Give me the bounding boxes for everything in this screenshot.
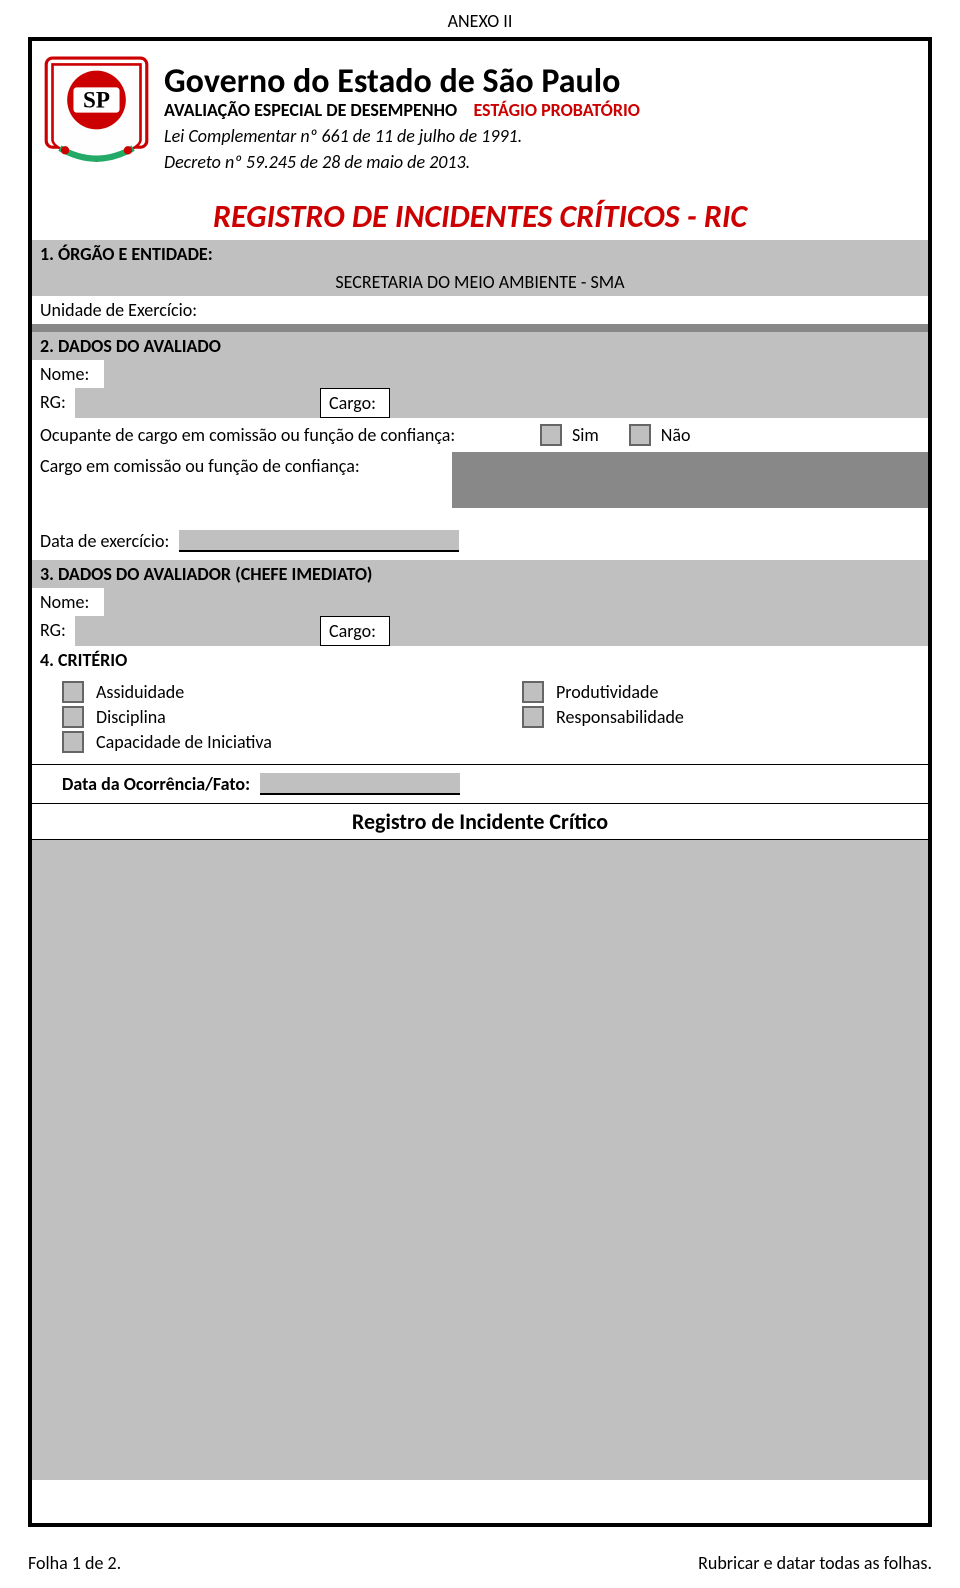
lei-text: Lei Complementar nº 661 de 11 de julho d… [164,125,913,148]
form-container: SP Governo do Estado de São Paulo AVALIA… [28,37,932,1527]
data-exercicio-row: Data de exercício: [32,526,928,556]
criterio-grid: Assiduidade Produtividade Disciplina Res… [32,674,928,764]
data-exercicio-label: Data de exercício: [40,530,169,552]
avaliador-nome-label: Nome: [32,588,104,616]
rubricar-label: Rubricar e datar todas as folhas. [698,1552,932,1574]
avaliador-rg-cargo-row: RG: Cargo: [32,616,928,646]
incident-textarea[interactable] [32,840,928,1480]
produtividade-label: Produtividade [556,681,658,703]
nao-label: Não [661,424,691,446]
cargo-input[interactable] [390,388,928,418]
estagio-label: ESTÁGIO PROBATÓRIO [473,99,639,121]
ric-title: REGISTRO DE INCIDENTES CRÍTICOS - RIC [32,197,928,236]
avaliador-rg-input[interactable] [75,616,320,646]
checkbox-nao[interactable] [629,424,651,446]
unidade-label: Unidade de Exercício: [32,296,232,324]
avaliador-cargo-input[interactable] [390,616,928,646]
checkbox-disciplina[interactable] [62,706,84,728]
data-ocorrencia-row: Data da Ocorrência/Fato: [32,764,928,804]
avaliador-nome-row: Nome: [32,588,928,616]
rg-input[interactable] [75,388,320,418]
checkbox-produtividade[interactable] [522,681,544,703]
checkbox-sim[interactable] [540,424,562,446]
assiduidade-label: Assiduidade [96,681,184,703]
responsabilidade-label: Responsabilidade [556,706,684,728]
data-ocorrencia-label: Data da Ocorrência/Fato: [62,773,250,795]
nome-label: Nome: [32,360,104,388]
disciplina-label: Disciplina [96,706,166,728]
unidade-input[interactable] [232,296,928,324]
avaliador-rg-label: RG: [32,616,75,646]
avaliador-nome-input[interactable] [104,588,928,616]
header-text-block: Governo do Estado de São Paulo AVALIAÇÃO… [164,56,913,174]
gap-2 [32,508,928,526]
registro-heading: Registro de Incidente Crítico [32,804,928,840]
anexo-label: ANEXO II [0,0,960,37]
capacidade-label: Capacidade de Iniciativa [96,731,272,753]
section4-heading: 4. CRITÉRIO [32,646,928,674]
header-block: SP Governo do Estado de São Paulo AVALIA… [32,41,928,179]
decreto-text: Decreto nº 59.245 de 28 de maio de 2013. [164,151,913,174]
svg-text:SP: SP [83,86,110,112]
ocupante-row: Ocupante de cargo em comissão ou função … [32,418,928,452]
nome-input[interactable] [104,360,928,388]
checkbox-assiduidade[interactable] [62,681,84,703]
data-exercicio-input[interactable] [179,530,459,552]
cargo-comissao-input[interactable] [452,452,928,508]
subtitle-line: AVALIAÇÃO ESPECIAL DE DESEMPENHO ESTÁGIO… [164,100,913,121]
rg-label: RG: [32,388,75,418]
data-ocorrencia-input[interactable] [260,773,460,795]
cargo-comissao-row: Cargo em comissão ou função de confiança… [32,452,928,508]
avaliado-nome-row: Nome: [32,360,928,388]
folha-label: Folha 1 de 2. [28,1552,121,1574]
ocupante-label: Ocupante de cargo em comissão ou função … [40,424,530,446]
unidade-row: Unidade de Exercício: [32,296,928,324]
avaliador-cargo-label: Cargo: [320,616,390,646]
section2-heading: 2. DADOS DO AVALIADO [32,332,928,360]
section1-heading: 1. ÓRGÃO E ENTIDADE: [32,240,928,268]
footer-row: Folha 1 de 2. Rubricar e datar todas as … [28,1552,932,1574]
checkbox-responsabilidade[interactable] [522,706,544,728]
avaliado-rg-cargo-row: RG: Cargo: [32,388,928,418]
secretaria-value: SECRETARIA DO MEIO AMBIENTE - SMA [32,268,928,296]
state-crest-icon: SP [44,56,149,166]
sim-label: Sim [572,424,599,446]
governo-title: Governo do Estado de São Paulo [164,66,913,98]
cargo-comissao-label: Cargo em comissão ou função de confiança… [32,452,452,508]
section3-heading: 3. DADOS DO AVALIADOR (CHEFE IMEDIATO) [32,560,928,588]
spacer-1 [32,324,928,332]
checkbox-capacidade[interactable] [62,731,84,753]
avaliacao-label: AVALIAÇÃO ESPECIAL DE DESEMPENHO [164,99,457,121]
cargo-label: Cargo: [320,388,390,418]
